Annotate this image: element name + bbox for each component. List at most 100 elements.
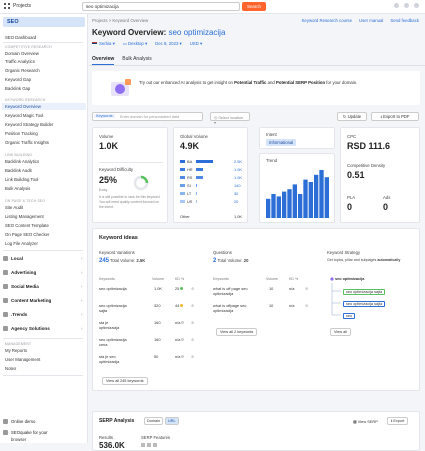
sidebar-category-agency-solutions[interactable]: Agency Solutions › (3, 326, 87, 331)
variations-count[interactable]: 245 (99, 258, 109, 264)
country-bar (196, 184, 198, 187)
date-select[interactable]: Dec 8, 2023 ▾ (155, 41, 182, 47)
projects-menu[interactable]: Projects (4, 3, 31, 9)
sidebar-item-user-management[interactable]: User Management (5, 357, 40, 362)
view-all-questions-button[interactable]: View all 2 keywords (216, 328, 258, 336)
help-icon[interactable] (404, 3, 409, 8)
keywords-tag[interactable]: Keywords (94, 114, 115, 118)
strategy-root[interactable]: seo optimizacija (335, 277, 364, 281)
sidebar-item-domain-overview[interactable]: Domain Overview (5, 51, 39, 56)
add-to-list-icon[interactable]: ⊕ (191, 320, 194, 325)
sidebar-item-organic-research[interactable]: Organic Research (5, 68, 40, 73)
country-value[interactable]: 1.0K (234, 175, 242, 180)
other-value: 1.0K (234, 214, 243, 219)
user-manual-link[interactable]: User manual (359, 18, 383, 23)
toggle-domain[interactable]: Domain (144, 417, 164, 425)
variation-keyword-cont[interactable]: cena (99, 342, 107, 347)
add-to-list-icon[interactable]: ⊕ (305, 286, 308, 291)
sidebar-item-backlink-audit[interactable]: Backlink Audit (5, 168, 32, 173)
strategy-link[interactable]: automatically (377, 258, 400, 262)
sidebar-item-log-file-analyzer[interactable]: Log File Analyzer (5, 241, 38, 246)
trend-chart (266, 170, 329, 218)
sidebar-category-advertising[interactable]: Advertising › (3, 270, 87, 275)
country-value[interactable]: 30 (234, 191, 238, 196)
add-to-list-icon[interactable]: ⊕ (305, 303, 308, 308)
banner-text-b: Potential Traffic (234, 80, 267, 85)
add-to-list-icon[interactable]: ⊕ (191, 354, 194, 359)
divider (3, 375, 83, 376)
volume-kd-card: Volume 1.0K Keyword Difficulty 25% Easy … (92, 127, 168, 223)
strategy-child[interactable]: seo (343, 313, 356, 319)
question-keyword-cont[interactable]: optimizacija (213, 308, 233, 313)
variation-keyword-cont[interactable]: optimizacija (99, 325, 119, 330)
sidebar-item-organic-traffic-insights[interactable]: Organic Traffic Insights (5, 140, 49, 145)
database-select[interactable]: Serbia ▾ (92, 41, 115, 47)
country-value[interactable]: 2.5K (234, 159, 242, 164)
variation-volume: 160 (154, 320, 161, 325)
country-value[interactable]: 20 (234, 199, 238, 204)
sidebar-item-traffic-analytics[interactable]: Traffic Analytics (5, 59, 35, 64)
strategy-child[interactable]: seo optimizacija sajta (343, 289, 386, 295)
search-button[interactable]: Search (242, 2, 266, 11)
sidebar-item-keyword-strategy-builder[interactable]: Keyword Strategy Builder (5, 122, 53, 127)
questions-label: Questions (213, 250, 232, 255)
chevron-right-icon: › (81, 298, 83, 303)
device-select[interactable]: ▭ Desktop ▾ (123, 41, 147, 47)
sidebar-item-keyword-gap[interactable]: Keyword Gap (5, 77, 31, 82)
variation-keyword-cont[interactable]: sajta (99, 308, 107, 313)
online-demo-link[interactable]: Online demo (3, 419, 35, 424)
sidebar-item-on-page-seo-checker[interactable]: On Page SEO Checker (5, 232, 49, 237)
sidebar-item-keyword-magic-tool[interactable]: Keyword Magic Tool (5, 113, 43, 118)
strategy-label: Keyword Strategy (327, 250, 361, 255)
keyword-search-input[interactable]: seo optimizacija (82, 2, 240, 11)
variation-keyword[interactable]: seo optimizacija (99, 286, 127, 291)
sidebar-item-keyword-overview[interactable]: Keyword Overview (2, 103, 86, 110)
sidebar-item-backlink-analytics[interactable]: Backlink Analytics (5, 159, 39, 164)
sidebar-item-my-reports[interactable]: My Reports (5, 348, 27, 353)
header-links: Keyword Research course User manual Send… (302, 18, 419, 23)
sidebar-item-position-tracking[interactable]: Position Tracking (5, 131, 38, 136)
questions-count[interactable]: 2 (213, 258, 216, 264)
sidebar-category-trends[interactable]: .Trends › (3, 312, 87, 317)
view-all-strategy-button[interactable]: View all (330, 328, 352, 336)
sidebar-seo-section[interactable]: SEO (3, 17, 85, 27)
location-select[interactable]: ◎ Select location ▾ (210, 112, 250, 125)
sidebar-item-backlink-gap[interactable]: Backlink Gap (5, 86, 30, 91)
sidebar-item-bulk-analysis[interactable]: Bulk Analysis (5, 186, 30, 191)
strategy-child[interactable]: seo optimizacija sajta (343, 301, 386, 307)
variations-label: Keyword Variations (99, 250, 135, 255)
trend-bar (266, 198, 271, 218)
sidebar-category-social-media[interactable]: Social Media › (3, 284, 87, 289)
sidebar-item-notes[interactable]: Notes (5, 366, 16, 371)
country-value[interactable]: 140 (234, 183, 241, 188)
view-serp-link[interactable]: ▦ View SERP (353, 419, 378, 424)
question-keyword-cont[interactable]: optimizacija (213, 291, 233, 296)
tab-overview[interactable]: Overview (92, 56, 115, 65)
tab-bulk-analysis[interactable]: Bulk Analysis (122, 56, 151, 65)
export-pdf-button[interactable]: ⭳ Export to PDF (371, 112, 419, 121)
bell-icon[interactable] (394, 3, 399, 8)
country-value[interactable]: 1.0K (234, 167, 242, 172)
add-to-list-icon[interactable]: ⊕ (191, 286, 194, 291)
sidebar-item-dashboard[interactable]: SEO Dashboard (5, 35, 36, 40)
sidebar-item-seo-content-template[interactable]: SEO Content Template (5, 223, 49, 228)
sidebar-category-local[interactable]: Local › (3, 256, 87, 261)
breadcrumb[interactable]: Projects > Keyword Overview (92, 18, 148, 23)
seoquake-link[interactable]: SEOquake for your (3, 430, 48, 435)
avatar[interactable] (414, 3, 419, 8)
currency-select[interactable]: USD ▾ (190, 41, 202, 47)
course-link[interactable]: Keyword Research course (302, 18, 352, 23)
sidebar-category-content-marketing[interactable]: Content Marketing › (3, 298, 87, 303)
add-to-list-icon[interactable]: ⊕ (191, 303, 194, 308)
add-to-list-icon[interactable]: ⊕ (191, 337, 194, 342)
toggle-url[interactable]: URL (165, 417, 179, 425)
variation-keyword-cont[interactable]: optimizacija (99, 359, 119, 364)
sidebar-item-site-audit[interactable]: Site Audit (5, 205, 23, 210)
send-feedback-link[interactable]: Send feedback (390, 18, 419, 23)
domain-input[interactable]: Keywords Enter domain for personalized d… (92, 112, 203, 121)
sidebar-item-link-building-tool[interactable]: Link Building Tool (5, 177, 38, 182)
view-all-variations-button[interactable]: View all 245 keywords (102, 377, 148, 385)
update-button[interactable]: ↻ Update (337, 112, 367, 121)
serp-export-button[interactable]: ⭳ Export (387, 417, 409, 425)
sidebar-item-listing-management[interactable]: Listing Management (5, 214, 44, 219)
